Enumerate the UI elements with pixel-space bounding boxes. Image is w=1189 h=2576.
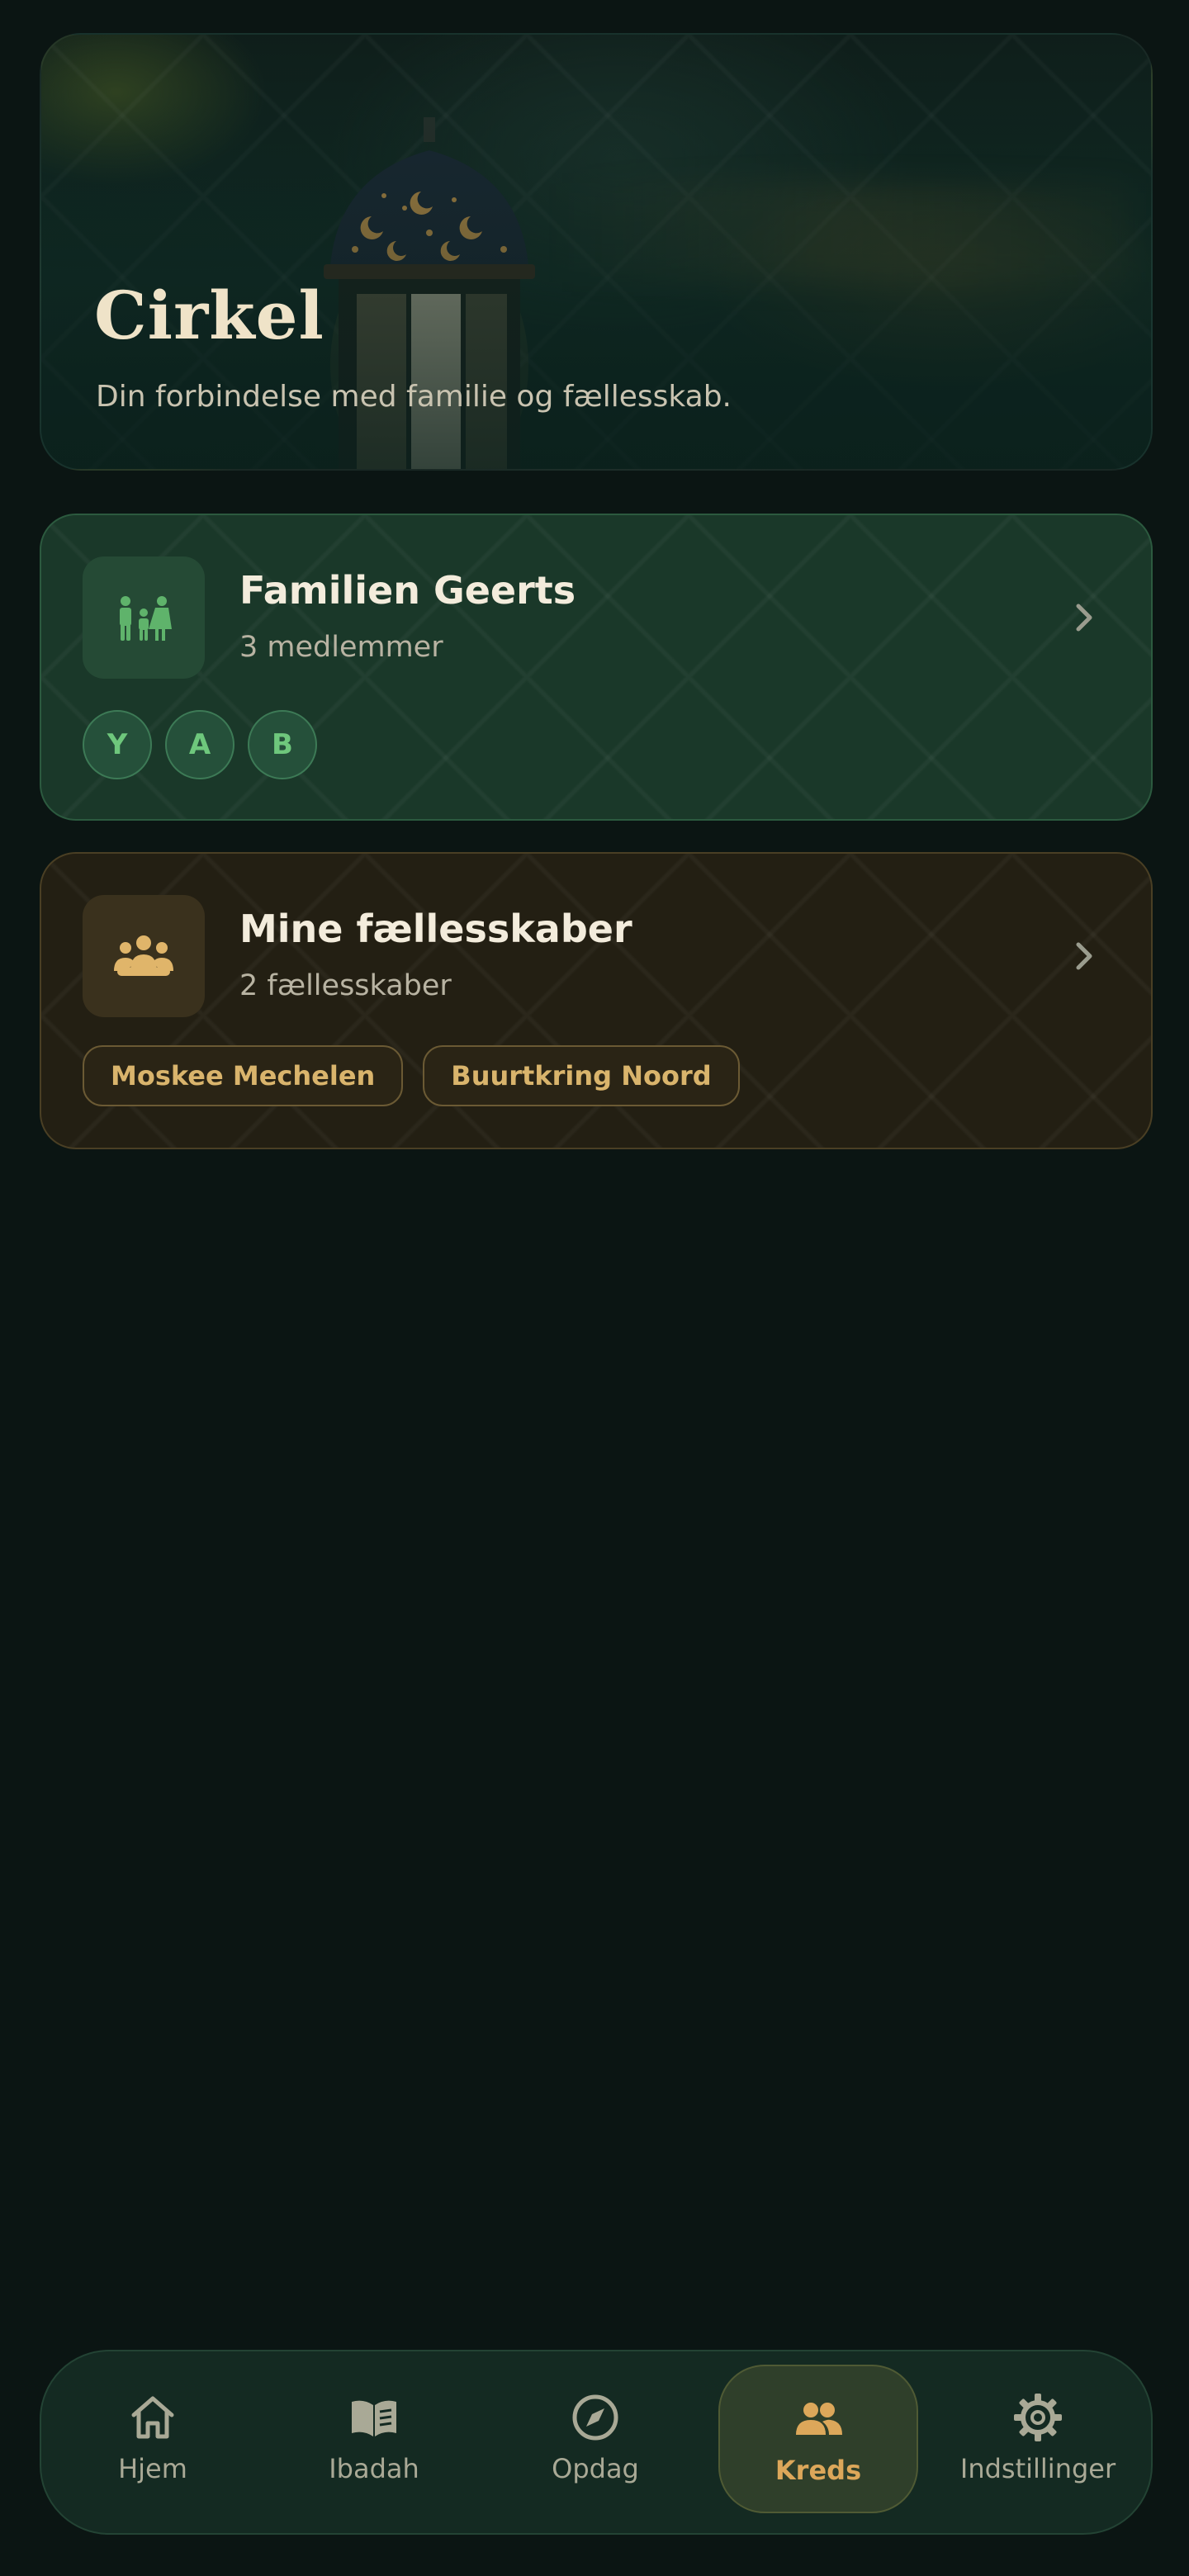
nav-label: Opdag: [552, 2453, 639, 2484]
family-icon: [120, 596, 172, 641]
bottom-nav: Hjem Ibadah Opdag Kreds Indstillinger: [40, 2350, 1153, 2535]
avatar[interactable]: B: [248, 710, 317, 779]
community-card-title: Mine fællesskaber: [239, 907, 632, 951]
compass-icon: [572, 2394, 618, 2441]
family-card-title: Familien Geerts: [239, 568, 576, 613]
family-card[interactable]: Familien Geerts 3 medlemmer Y A B: [40, 514, 1153, 821]
hero-banner: Cirkel Din forbindelse med familie og fæ…: [40, 33, 1153, 471]
nav-label: Ibadah: [329, 2453, 419, 2484]
page-subtitle: Din forbindelse med familie og fællesska…: [96, 380, 732, 414]
community-icon-box: [83, 895, 205, 1017]
page-title: Cirkel: [94, 277, 324, 354]
family-members: Y A B: [83, 710, 317, 779]
gear-icon: [1014, 2394, 1062, 2441]
book-icon: [352, 2400, 396, 2436]
community-list: Moskee Mechelen Buurtkring Noord: [83, 1045, 740, 1106]
family-icon-box: [83, 556, 205, 679]
nav-item-indstillinger[interactable]: Indstillinger: [940, 2365, 1136, 2510]
nav-label: Kreds: [775, 2455, 862, 2486]
community-chip[interactable]: Buurtkring Noord: [423, 1045, 740, 1106]
nav-item-home[interactable]: Hjem: [54, 2365, 251, 2510]
family-member-count: 3 medlemmer: [239, 631, 443, 664]
community-icon: [114, 935, 173, 976]
avatar[interactable]: Y: [83, 710, 152, 779]
chevron-right-icon[interactable]: [1068, 936, 1101, 976]
group-icon: [796, 2403, 842, 2435]
nav-label: Hjem: [118, 2453, 187, 2484]
nav-label: Indstillinger: [959, 2453, 1116, 2484]
nav-item-opdag[interactable]: Opdag: [497, 2365, 694, 2510]
community-count: 2 fællesskaber: [239, 969, 452, 1002]
community-chip[interactable]: Moskee Mechelen: [83, 1045, 404, 1106]
nav-item-ibadah[interactable]: Ibadah: [276, 2365, 472, 2510]
chevron-right-icon[interactable]: [1068, 598, 1101, 637]
community-card[interactable]: Mine fællesskaber 2 fællesskaber Moskee …: [40, 852, 1153, 1149]
nav-item-kreds[interactable]: Kreds: [718, 2365, 918, 2513]
avatar[interactable]: A: [165, 710, 234, 779]
home-icon: [131, 2396, 174, 2439]
